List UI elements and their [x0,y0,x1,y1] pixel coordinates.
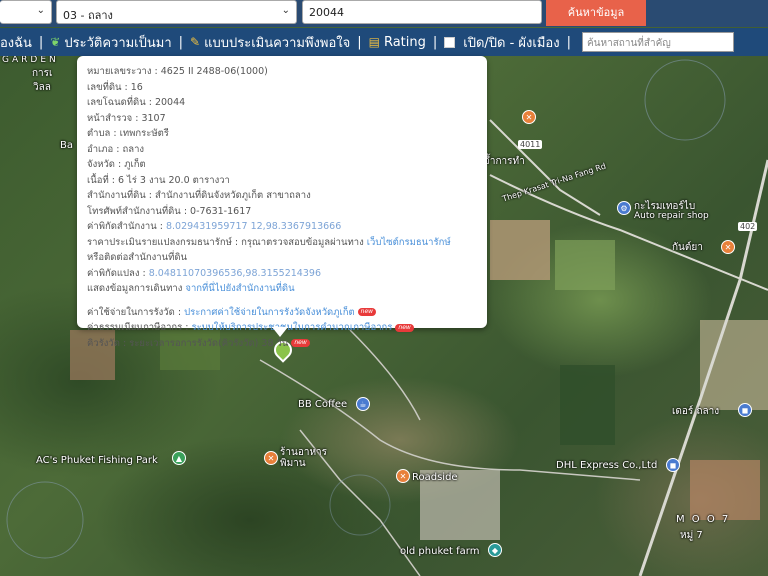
restaurant-label: กันต์ยา [672,242,703,253]
main-nav: องฉัน | ❦ ประวัติความเป็นมา | ✎ แบบประเม… [0,28,768,56]
district-select-value: 03 - ถลาง [63,9,113,22]
tax-calculator-link[interactable]: ระบบให้บริการประชาชนในการคำนวณภาษีอากร [192,322,393,333]
city-plan-checkbox[interactable] [444,36,456,48]
nav-item-rating-label: Rating [383,34,426,50]
city-plan-toggle-label: เปิด/ปิด - ผังเมือง [463,35,560,51]
dhl-label: DHL Express Co.,Ltd [556,460,658,471]
dhl-pin-icon[interactable]: ◼ [666,458,680,472]
map-text-karn: การเ [32,68,53,79]
nav-separator: | [432,34,438,50]
moo7-label-th: หมู่ 7 [680,530,703,541]
parcel-coord-row: ค่าพิกัดแปลง : 8.04811070396536,98.31552… [87,266,477,282]
office-coord-label: ค่าพิกัดสำนักงาน : [87,221,166,232]
search-button[interactable]: ค้นหาข้อมูล [546,0,646,26]
place-search-input[interactable]: ค้นหาสถานที่สำคัญ [581,32,734,52]
road-402-label: 402 [738,222,758,231]
nav-separator: | [178,34,184,50]
queue-row: คิวรังวัด : ระยะเวลารอการรังวัด(คิวรังวั… [87,336,477,352]
subdistrict-text: ตำบล : เทพกระษัตรี [87,128,169,139]
route-label: แสดงข้อมูลการเดินทาง [87,283,186,294]
thalang-store-label: เดอร์ ถลาง [672,406,720,417]
office-phone-text: โทรศัพท์สำนักงานที่ดิน : 0-7631-1617 [87,205,252,217]
parcel-coord-value: 8.04811070396536,98.3155214396 [148,267,321,279]
restaurant-pin-icon[interactable]: ✕ [522,110,536,124]
fee-row: ค่าใช้จ่ายในการรังวัด : ประกาศค่าใช้จ่าย… [87,305,477,321]
edit-icon: ✎ [190,35,201,49]
coffee-pin-icon[interactable]: ☕ [356,397,370,411]
baan-label: Ba [60,140,73,151]
tax-label: ค่าธรรมเนียมภาษีอากร : [87,322,192,333]
land-no-text: เลขที่ดิน : 16 [87,81,143,93]
nav-item-history[interactable]: ❦ ประวัติความเป็นมา [50,32,171,53]
appraisal-label: ราคาประเมินรายแปลงกรมธนารักษ์ : กรุณาตรว… [87,236,367,248]
chevron-down-icon: ⌄ [36,5,45,16]
parcel-number-input[interactable]: 20044 [302,0,542,24]
auto-repair-label-en: Auto repair shop [634,211,709,221]
office-coord-value: 8.029431959717 12,98.3367913666 [165,221,342,232]
district-select[interactable]: 03 - ถลาง ⌄ [56,0,297,24]
cafe-label: ร้านอาหาร พิมาน [280,447,328,469]
fishing-park-pin-icon[interactable]: ▲ [172,451,186,465]
food-label: จ้ำการทำ [484,156,525,167]
deed-no-text: เลขโฉนดที่ดิน : 20044 [87,97,186,108]
search-bar: ⌄ 03 - ถลาง ⌄ 20044 ค้นหาข้อมูล [0,0,768,27]
farm-pin-icon[interactable]: ◆ [488,543,502,557]
nav-item-survey-label: แบบประเมินความพึงพอใจ [204,35,351,51]
garden-label: GARDEN [2,55,59,65]
appraisal-row: ราคาประเมินรายแปลงกรมธนารักษ์ : กรุณาตรว… [87,235,477,251]
new-badge: new [395,323,414,332]
moo7-label-en: M O O 7 [676,514,731,525]
land-office-text: สำนักงานที่ดิน : สำนักงานที่ดินจังหวัดภู… [87,190,311,201]
road-4011-label: 4011 [518,140,543,149]
map-sheet-text: หมายเลขระวาง : 4625 II 2488-06(1000) [87,66,268,77]
nav-separator: | [566,34,571,50]
cafe-pin-icon[interactable]: ✕ [264,451,278,465]
parcel-info-popup: หมายเลขระวาง : 4625 II 2488-06(1000) เลข… [77,56,487,349]
chevron-down-icon: ⌄ [281,5,290,16]
chart-icon: ▤ [368,35,380,49]
nav-item-rating[interactable]: ▤ Rating [369,35,426,50]
nav-item-my-land[interactable]: องฉัน [0,32,32,53]
area-text: เนื้อที่ : 6 ไร่ 3 งาน 20.0 ตารางวา [87,174,230,186]
map-text-wila: วิลล [33,82,51,93]
roadside-pin-icon[interactable]: ✕ [396,469,410,483]
district-text: อำเภอ : ถลาง [87,143,145,155]
route-link[interactable]: จากที่นี่ไปยังสำนักงานที่ดิน [185,283,294,294]
restaurant-2-pin-icon[interactable]: ✕ [721,240,735,254]
nav-item-history-label: ประวัติความเป็นมา [64,35,172,51]
new-badge: new [291,339,310,347]
parcel-number-value: 20044 [309,6,344,19]
fee-announcement-link[interactable]: ประกาศค่าใช้จ่ายในการรังวัดจังหวัดภูเก็ต [184,307,355,318]
province-select[interactable]: ⌄ [0,0,52,24]
store-pin-icon[interactable]: ◼ [738,403,752,417]
roadside-label: Roadside [412,472,458,483]
acs-fishing-label: AC's Phuket Fishing Park [36,455,158,466]
old-farm-label: old phuket farm [400,546,480,557]
survey-page-text: หน้าสำรวจ : 3107 [87,112,166,124]
province-text: จังหวัด : ภูเก็ต [87,159,146,170]
nav-item-my-land-label: องฉัน [0,35,32,51]
nav-separator: | [38,34,44,50]
repair-shop-pin-icon[interactable]: ⚙ [617,201,631,215]
popup-pointer [272,327,288,337]
treasury-website-link[interactable]: เว็บไซต์กรมธนารักษ์ [367,237,451,248]
nav-item-survey[interactable]: ✎ แบบประเมินความพึงพอใจ [190,32,350,53]
leaf-icon: ❦ [50,35,61,49]
appraisal-contact-text: หรือติดต่อสำนักงานที่ดิน [87,252,188,263]
office-coord-row: ค่าพิกัดสำนักงาน : 8.029431959717 12,98.… [87,219,477,235]
parcel-coord-label: ค่าพิกัดแปลง : [87,267,149,279]
fee-label: ค่าใช้จ่ายในการรังวัด : [87,306,185,318]
queue-text: คิวรังวัด : ระยะเวลารอการรังวัด(คิวรังวั… [87,337,289,349]
route-row: แสดงข้อมูลการเดินทาง จากที่นี่ไปยังสำนัก… [87,281,477,297]
new-badge: new [357,308,377,316]
nav-separator: | [357,34,362,50]
bb-coffee-label: BB Coffee [298,399,348,410]
